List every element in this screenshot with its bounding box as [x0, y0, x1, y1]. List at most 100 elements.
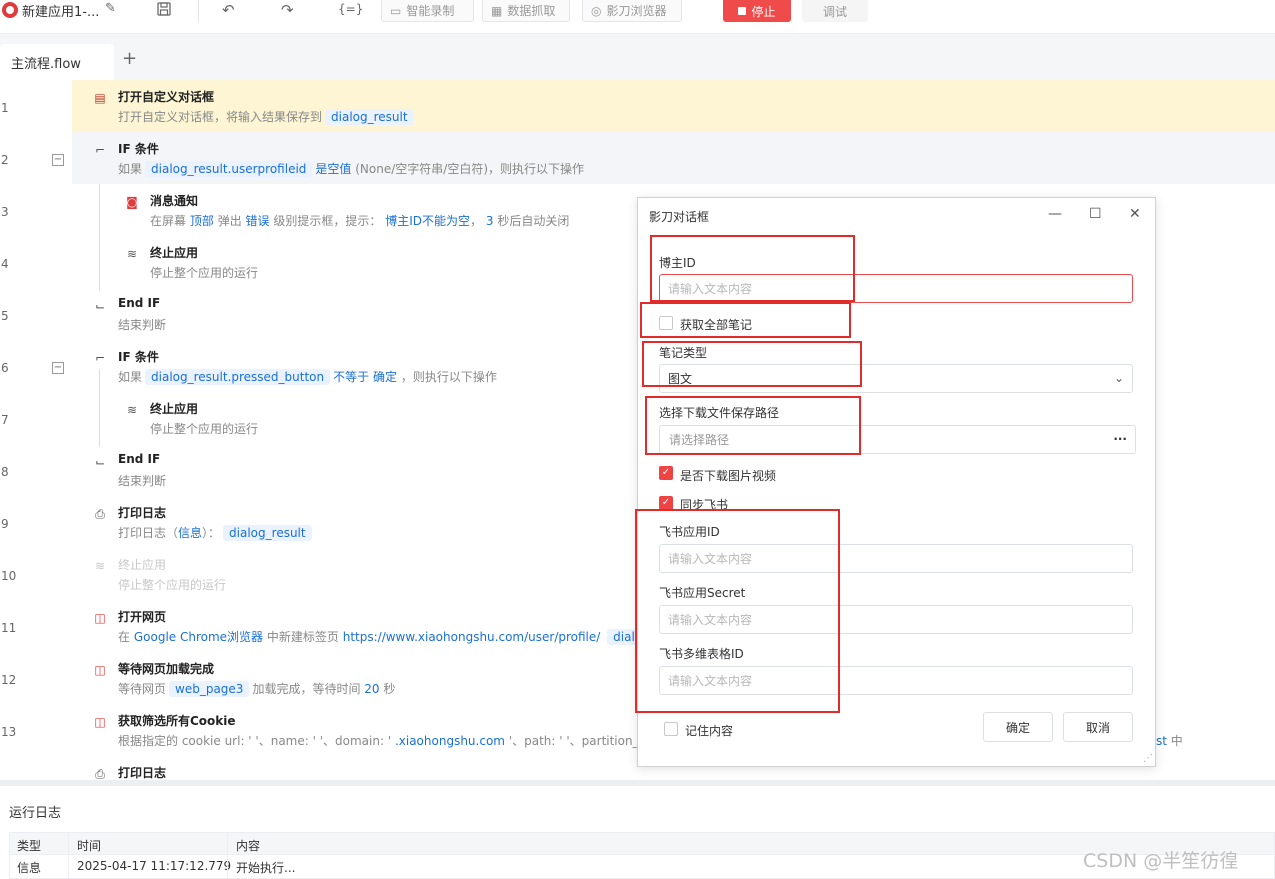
browser-button[interactable]: ◎ 影刀浏览器 — [582, 0, 682, 22]
line-gutter: 1 2 − 3 4 5 6 − 7 8 9 10 11 12 13 — [0, 80, 72, 780]
desc-text: 打印日志（ — [118, 526, 179, 540]
close-icon[interactable]: ✕ — [1129, 206, 1141, 222]
col-type: 类型 — [17, 839, 42, 853]
annotation-box — [635, 509, 840, 713]
annotation-box — [640, 302, 851, 338]
desc-text: 级别提示框，提示： — [273, 214, 382, 228]
if-branch-icon: ⌐ — [94, 351, 106, 365]
desc-text: 如果 — [118, 370, 143, 384]
col-divider — [68, 833, 69, 854]
desc-text: 弹出 — [217, 214, 242, 228]
stop-button[interactable]: 停止 — [723, 0, 791, 22]
param: 信息 — [178, 526, 203, 540]
browser-icon: ◎ — [591, 3, 602, 18]
annotation-box — [642, 341, 862, 387]
dialog-title: 影刀对话框 — [649, 210, 710, 224]
tab-main-flow[interactable]: 主流程.flow — [0, 44, 114, 80]
maximize-icon[interactable]: ☐ — [1089, 206, 1102, 222]
param: 顶部 — [189, 214, 214, 228]
remember-checkbox[interactable] — [664, 722, 678, 736]
notify-icon: ◙ — [126, 195, 138, 209]
annotation-box — [645, 396, 861, 455]
collapse-icon[interactable]: − — [52, 154, 64, 166]
desc-text: 根据指定的 cookie url: ' '、name: ' '、domain: … — [118, 734, 392, 748]
variables-icon[interactable]: {=} — [338, 2, 363, 16]
save-icon[interactable] — [156, 1, 172, 21]
step-title: 打印日志 — [118, 766, 167, 780]
step-desc: 打开自定义对话框，将输入结果保存到 dialog_result — [118, 108, 417, 125]
step-title: 终止应用 — [150, 246, 199, 260]
operator: 是空值 — [315, 162, 352, 176]
edit-pencil-icon[interactable]: ✎ — [105, 1, 116, 16]
add-tab-icon[interactable]: + — [122, 48, 137, 69]
step-desc: 等待网页 web_page3 加载完成，等待时间 20 秒 — [118, 680, 395, 697]
step-title: 打印日志 — [118, 506, 167, 520]
line-number: 9 — [1, 517, 9, 531]
desc-text: '、path: ' '、partition_k — [508, 734, 646, 748]
param: 错误 — [245, 214, 270, 228]
step-if-condition[interactable]: ⌐ IF 条件 如果 dialog_result.userprofileid 是空值… — [72, 132, 1275, 184]
if-branch-icon: ⌐ — [94, 143, 106, 157]
data-capture-button[interactable]: ▦ 数据抓取 — [482, 0, 570, 22]
sync-feishu-checkbox[interactable]: ✓ — [659, 496, 673, 510]
end-if-icon: ⌙ — [94, 299, 106, 313]
webpage-icon: ◫ — [94, 611, 106, 625]
printer-icon: ⎙ — [95, 767, 105, 780]
cookie-icon: ◫ — [94, 715, 106, 729]
log-time: 2025-04-17 11:17:12.779 — [77, 859, 232, 873]
col-time: 时间 — [77, 839, 102, 853]
minimize-icon[interactable]: — — [1048, 206, 1062, 222]
step-desc: 停止整个应用的运行 — [118, 578, 227, 592]
cancel-button[interactable]: 取消 — [1063, 712, 1133, 742]
step-open-dialog[interactable]: ▤ 打开自定义对话框 打开自定义对话框，将输入结果保存到 dialog_resul… — [72, 80, 1275, 132]
desc-text: 加载完成，等待时间 — [252, 682, 361, 696]
param: 20 — [364, 682, 380, 696]
desc-text: 在屏幕 — [150, 214, 187, 228]
end-if-icon: ⌙ — [94, 455, 106, 469]
url: https://www.xiaohongshu.com/user/profile… — [342, 630, 601, 644]
smart-record-button[interactable]: ▭ 智能录制 — [381, 0, 474, 22]
data-capture-label: 数据抓取 — [507, 4, 556, 18]
step-title: End IF — [118, 452, 161, 466]
app-title[interactable]: 新建应用1-... — [22, 1, 99, 20]
redo-icon[interactable]: ↷ — [281, 1, 294, 19]
watermark: CSDN @半笙彷徨 — [1083, 850, 1239, 872]
smart-record-label: 智能录制 — [406, 4, 455, 18]
desc-text: ，则执行以下操作 — [400, 370, 497, 384]
ok-button[interactable]: 确定 — [983, 712, 1053, 742]
step-desc: 根据指定的 cookie url: ' '、name: ' '、domain: … — [118, 732, 646, 749]
step-desc-tail: st 中 — [1156, 732, 1183, 749]
desc-text: 如果 — [118, 162, 143, 176]
variable-tail: st — [1156, 734, 1167, 748]
desc-text: 中新建标签页 — [266, 630, 339, 644]
line-number: 7 — [1, 413, 9, 427]
collapse-icon[interactable]: − — [52, 362, 64, 374]
undo-icon[interactable]: ↶ — [222, 1, 235, 19]
log-title: 运行日志 — [9, 806, 62, 821]
browse-dots-icon[interactable]: ··· — [1113, 432, 1127, 446]
download-media-checkbox[interactable]: ✓ — [659, 466, 673, 480]
step-desc: 在屏幕 顶部 弹出 错误 级别提示框，提示： 博主ID不能为空， 3 秒后自动关… — [150, 212, 569, 229]
printer-icon: ⎙ — [95, 507, 105, 521]
video-icon: ▭ — [390, 3, 402, 18]
app-logo-icon — [2, 2, 18, 18]
remember-label: 记住内容 — [685, 724, 734, 738]
step-title: 打开自定义对话框 — [118, 90, 215, 104]
line-number: 12 — [1, 673, 17, 687]
step-desc: 结束判断 — [118, 318, 167, 332]
stack-icon: ≋ — [126, 403, 138, 417]
param: Google Chrome浏览器 — [133, 630, 264, 644]
param: .xiaohongshu.com — [394, 734, 505, 748]
step-title: IF 条件 — [118, 142, 159, 156]
col-divider — [68, 855, 69, 878]
resize-grip-icon[interactable]: ⋰ — [1143, 753, 1153, 764]
debug-button[interactable]: 调试 — [802, 0, 868, 22]
desc-text: 等待网页 — [118, 682, 167, 696]
step-title: 消息通知 — [150, 194, 199, 208]
col-content: 内容 — [236, 839, 261, 853]
stack-icon: ≋ — [94, 559, 106, 573]
variable-chip: dialog_result.userprofileid — [145, 161, 313, 177]
step-title: 终止应用 — [150, 402, 199, 416]
download-media-label: 是否下载图片视频 — [680, 469, 777, 483]
desc-text: ， — [470, 214, 483, 228]
